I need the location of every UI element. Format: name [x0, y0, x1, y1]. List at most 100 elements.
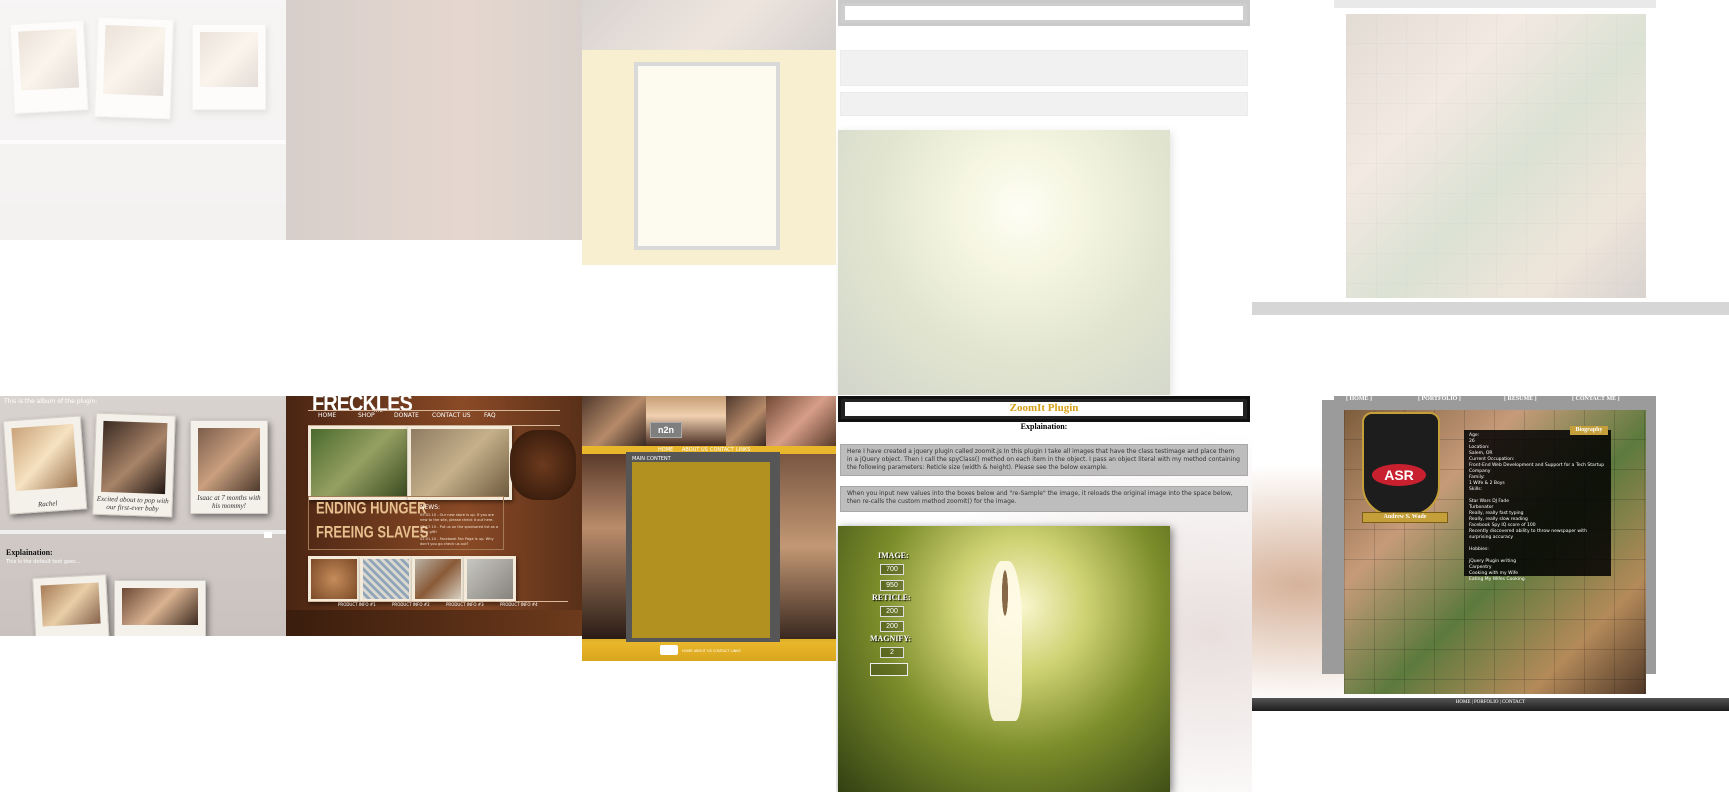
polaroid-photo — [9, 20, 89, 114]
image-height-input[interactable]: 950 — [880, 580, 904, 591]
explanation-label: Explaination: — [6, 548, 53, 557]
magnify-label: MAGNIFY: — [870, 634, 912, 643]
nav-bar: [ HOME ] [ PORTFOLIO ] [ RESUME ] [ CONT… — [1334, 396, 1656, 404]
polaroid-photo[interactable]: Rachel — [2, 415, 88, 515]
biography-line: Eating My Wifes Cooking — [1469, 577, 1525, 582]
sample-image — [838, 130, 1170, 395]
polaroid-photo — [192, 24, 266, 110]
footer-links[interactable]: HOME ABOUT US CONTACT LINKS — [682, 649, 741, 653]
explanation-box — [840, 92, 1248, 116]
reticle-width-input[interactable]: 200 — [880, 606, 904, 617]
explanation-text: This is the default text goes... — [6, 559, 81, 565]
zoomit-plugin-card[interactable]: ZoomIt Plugin Explaination: Here I have … — [836, 396, 1252, 792]
nav-bar — [1334, 0, 1656, 8]
polaroid-photo[interactable] — [114, 580, 206, 636]
product-thumb[interactable] — [360, 556, 412, 602]
product-thumb[interactable] — [412, 556, 464, 602]
biography-button[interactable]: Biography — [1570, 426, 1608, 435]
biography-lines: Age: 26 Location: Salem, OR Current Occupati… — [1469, 433, 1606, 583]
nav-faq[interactable]: FAQ — [484, 412, 496, 419]
product-label[interactable]: PRODUCT INFO #3 — [446, 602, 484, 607]
news-item[interactable]: 02.01.10 - Facebook Fan Page is up. Why … — [420, 537, 502, 546]
farmer-image — [408, 426, 512, 500]
footer-logo[interactable] — [660, 645, 678, 655]
fair-trade-image — [308, 426, 410, 500]
explanation-paragraph: Here I have created a jquery plugin call… — [847, 448, 1240, 471]
product-label[interactable]: PRODUCT INFO #1 — [338, 602, 376, 607]
instructions-paragraph: When you input new values into the boxes… — [847, 490, 1233, 505]
nav-shop[interactable]: SHOP — [358, 412, 375, 419]
photo-caption: Rachel — [37, 499, 58, 509]
header-photo — [646, 396, 726, 446]
main-content-panel — [632, 462, 770, 638]
header-photo — [582, 396, 646, 446]
nav-portfolio[interactable]: [ PORTFOLIO ] — [1418, 396, 1461, 402]
freckles-site-card[interactable]: FRECKLES inc HOME SHOP DONATE CONTACT US… — [286, 396, 582, 636]
freckles-preview-top[interactable] — [286, 0, 582, 240]
explanation-box — [840, 50, 1248, 86]
title-banner — [838, 0, 1250, 26]
biography-panel: Age: 26 Location: Salem, OR Current Occupati… — [1464, 430, 1611, 582]
footer-links[interactable]: HOME | PORFOLIO | CONTACT — [1252, 700, 1729, 705]
separator — [0, 530, 286, 534]
polaroid-gallery-card[interactable]: This is the album of the plugin: Rachel … — [0, 396, 286, 636]
news-list: 09.02.10 - Our new store is up. If you a… — [420, 513, 502, 546]
main-nav: HOME SHOP DONATE CONTACT US FAQ — [308, 410, 560, 426]
kids-preview-top[interactable] — [582, 0, 836, 265]
gallery-header-text: This is the album of the plugin: — [4, 398, 98, 405]
nav-resume[interactable]: [ RESUME ] — [1504, 396, 1537, 402]
name-banner: Andrew S. Wade — [1362, 512, 1448, 523]
photo-collage — [1346, 14, 1646, 298]
news-title: NEWS: — [420, 504, 441, 511]
reticle-height-input[interactable]: 200 — [880, 621, 904, 632]
polaroid-photo[interactable] — [32, 574, 110, 636]
header-photo — [766, 396, 836, 446]
photo-caption: Excited about to pop with our first-ever… — [96, 494, 169, 513]
nav-contact-us[interactable]: CONTACT US — [432, 412, 471, 419]
nav-home[interactable]: [ HOME ] — [1346, 396, 1372, 402]
explanation-label: Explaination: — [1020, 422, 1068, 431]
instructions-box: When you input new values into the boxes… — [840, 486, 1248, 512]
product-label[interactable]: PRODUCT INFO #2 — [392, 602, 430, 607]
nav-donate[interactable]: DONATE — [394, 412, 419, 419]
main-content-panel — [634, 62, 780, 250]
reticle-label: RETICLE: — [872, 593, 911, 602]
side-photo-right — [776, 454, 836, 639]
page-title: ZoomIt Plugin — [845, 402, 1243, 416]
nav-home[interactable]: HOME — [318, 412, 336, 419]
polaroid-photo[interactable]: Excited about to pop with our first-ever… — [92, 412, 176, 518]
header-photo — [726, 396, 766, 446]
news-item[interactable]: 09.02.10 - Our new store is up. If you a… — [420, 513, 502, 522]
asr-site-card[interactable]: [ HOME ] [ PORTFOLIO ] [ RESUME ] [ CONT… — [1252, 396, 1729, 711]
kids-site-card[interactable]: n2n HOME ABOUT US CONTACT LINKS MAIN CON… — [582, 396, 836, 661]
logo-text: ASR — [1372, 464, 1426, 486]
explanation-box: Here I have created a jquery plugin call… — [840, 444, 1248, 476]
bride-figure — [988, 561, 1022, 721]
side-photo-left — [582, 454, 630, 639]
image-width-input[interactable]: 700 — [880, 564, 904, 575]
polaroid-preview-top[interactable] — [0, 0, 286, 240]
magnify-input[interactable]: 2 — [880, 647, 904, 658]
polaroid-photo[interactable]: Isaac at 7 months with his mommy! — [190, 420, 268, 514]
title-banner: ZoomIt Plugin — [838, 396, 1250, 422]
product-thumb[interactable] — [464, 556, 516, 602]
asr-logo[interactable]: ASR — [1362, 412, 1440, 516]
news-item[interactable]: 08.17.10 - Put us on the sponsored list … — [420, 525, 502, 534]
footer-beans — [286, 610, 582, 636]
photo-caption: Isaac at 7 months with his mommy! — [197, 494, 261, 510]
close-icon[interactable] — [264, 532, 272, 538]
resample-button[interactable] — [870, 663, 908, 676]
header-photo — [582, 0, 836, 50]
product-label[interactable]: PRODUCT INFO #4 — [500, 602, 538, 607]
asr-preview-top[interactable] — [1252, 0, 1729, 315]
site-logo[interactable]: n2n — [650, 422, 682, 438]
nav-contact-me[interactable]: [ CONTACT ME ] — [1572, 396, 1620, 402]
image-label: IMAGE: — [878, 551, 909, 560]
polaroid-photo — [94, 16, 174, 120]
coffee-beans-image — [510, 430, 576, 500]
footer-bar — [1252, 302, 1729, 315]
zoomit-preview-top[interactable] — [836, 0, 1252, 395]
product-labels: PRODUCT INFO #1 PRODUCT INFO #2 PRODUCT … — [308, 602, 568, 608]
separator — [0, 140, 286, 144]
product-thumb[interactable] — [308, 556, 360, 602]
